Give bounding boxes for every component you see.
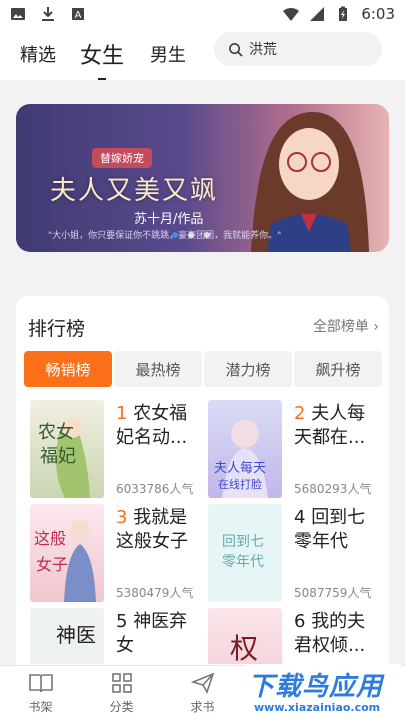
svg-text:女子: 女子 xyxy=(36,555,68,574)
nav-request-book[interactable]: 求书 xyxy=(162,666,243,720)
clock: 6:03 xyxy=(361,5,395,23)
book-item[interactable]: 回到七零年代 4 回到七零年代 5087759人气 xyxy=(202,504,378,604)
svg-text:零年代: 零年代 xyxy=(222,554,264,570)
top-header: 精选 女生 男生 洪荒 xyxy=(0,28,405,80)
banner-tagline: 替嫁娇宠 xyxy=(92,148,152,168)
download-icon xyxy=(42,7,54,21)
svg-text:回到七: 回到七 xyxy=(222,534,264,550)
svg-text:神医: 神医 xyxy=(56,623,96,647)
tab-female[interactable]: 女生 xyxy=(80,38,124,70)
book-title: 3 我就是这般女子 xyxy=(116,507,188,552)
book-cover: 这般 女子 xyxy=(30,504,104,602)
book-item[interactable]: 权 6 我的夫君权倾... xyxy=(202,608,378,664)
watermark-title: 下载鸟应用 xyxy=(248,672,384,702)
nav-bookshelf[interactable]: 书架 xyxy=(0,666,81,720)
book-popularity: 6033786人气 xyxy=(116,482,194,496)
svg-text:夫人每天: 夫人每天 xyxy=(214,460,266,476)
tab-potential[interactable]: 潜力榜 xyxy=(204,351,292,387)
search-icon xyxy=(229,42,243,57)
book-title: 2 夫人每天都在... xyxy=(294,403,366,448)
tab-male[interactable]: 男生 xyxy=(150,41,186,67)
ranking-card: 排行榜 全部榜单 › 畅销榜 最热榜 潜力榜 飙升榜 农女福妃 1 农女福妃名动… xyxy=(16,296,389,676)
svg-text:A: A xyxy=(75,10,82,21)
carousel-dot-active xyxy=(172,232,178,238)
book-popularity: 5087759人气 xyxy=(294,586,372,600)
carousel-dot xyxy=(188,232,194,238)
book-cover: 神医 xyxy=(30,608,104,664)
banner-quote: "大小姐，你只要保证你不跳跳，豪豪团团，我就能养你。" xyxy=(48,231,282,241)
tab-hottest[interactable]: 最热榜 xyxy=(114,351,202,387)
book-cover: 夫人每天 在线打脸 xyxy=(208,400,282,498)
chevron-right-icon: › xyxy=(373,319,379,335)
tab-rising[interactable]: 飙升榜 xyxy=(294,351,382,387)
banner-author: 苏十月/作品 xyxy=(134,212,204,227)
promo-banner[interactable]: 替嫁娇宠 夫人又美又飒 苏十月/作品 "大小姐，你只要保证你不跳跳，豪豪团团，我… xyxy=(16,104,389,252)
svg-text:这般: 这般 xyxy=(34,529,66,548)
search-value: 洪荒 xyxy=(249,42,277,58)
book-icon xyxy=(28,673,53,692)
all-rankings-link[interactable]: 全部榜单 › xyxy=(313,316,379,336)
svg-text:权: 权 xyxy=(230,632,258,664)
battery-icon xyxy=(339,6,348,21)
wifi-icon xyxy=(283,7,300,21)
app-notification-icon: A xyxy=(72,8,84,21)
book-item[interactable]: 夫人每天 在线打脸 2 夫人每天都在... 5680293人气 xyxy=(202,400,378,500)
send-icon xyxy=(190,672,214,694)
book-title: 6 我的夫君权倾... xyxy=(294,611,366,656)
book-title: 1 农女福妃名动... xyxy=(116,403,188,448)
status-bar: A 6:03 xyxy=(0,0,405,28)
carousel-dot xyxy=(204,232,210,238)
carousel-indicator xyxy=(172,232,210,238)
grid-icon xyxy=(111,672,132,693)
watermark-url: www.xiazainiao.com xyxy=(254,701,381,714)
book-title: 4 回到七零年代 xyxy=(294,507,366,552)
tab-featured[interactable]: 精选 xyxy=(20,41,56,67)
book-cover: 回到七 零年代 xyxy=(208,504,282,602)
book-popularity: 5680293人气 xyxy=(294,482,372,496)
nav-category[interactable]: 分类 xyxy=(81,666,162,720)
book-title: 5 神医弃女 xyxy=(116,611,188,656)
tab-bestseller[interactable]: 畅销榜 xyxy=(24,351,112,387)
ranking-tabs: 畅销榜 最热榜 潜力榜 飙升榜 xyxy=(24,351,382,387)
svg-text:福妃: 福妃 xyxy=(40,446,76,467)
image-icon xyxy=(11,8,25,20)
ranking-title: 排行榜 xyxy=(28,318,86,340)
book-item[interactable]: 农女福妃 1 农女福妃名动... 6033786人气 xyxy=(24,400,200,500)
watermark: 下载鸟应用 www.xiazainiao.com xyxy=(244,664,401,718)
book-cover: 权 xyxy=(208,608,282,664)
svg-text:在线打脸: 在线打脸 xyxy=(218,477,262,491)
banner-title: 夫人又美又飒 xyxy=(50,176,219,206)
book-popularity: 5380479人气 xyxy=(116,586,194,600)
svg-text:农女: 农女 xyxy=(38,422,74,443)
search-input[interactable]: 洪荒 xyxy=(214,32,382,66)
book-item[interactable]: 这般女子 3 我就是这般女子 5380479人气 xyxy=(24,504,200,604)
book-item[interactable]: 神医 5 神医弃女 xyxy=(24,608,200,664)
book-cover: 农女 福妃 xyxy=(30,400,104,498)
signal-icon xyxy=(310,7,325,21)
